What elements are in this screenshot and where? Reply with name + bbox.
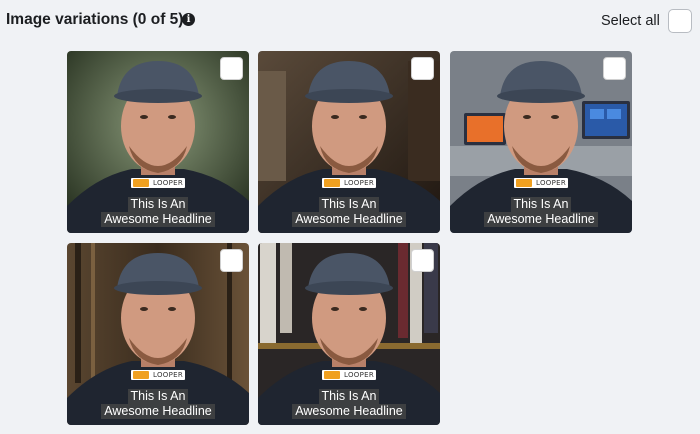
headline-line-2: Awesome Headline [484, 212, 598, 227]
card-checkbox[interactable] [220, 249, 243, 272]
image-variation-card-4[interactable]: LOOPER This Is An Awesome Headline [67, 243, 249, 425]
brand-logo: LOOPER [131, 178, 185, 188]
select-all-checkbox[interactable] [668, 9, 692, 33]
logo-text: LOOPER [344, 179, 374, 187]
card-checkbox[interactable] [411, 249, 434, 272]
headline-line-2: Awesome Headline [101, 212, 215, 227]
image-variation-card-1[interactable]: LOOPER This Is An Awesome Headline [67, 51, 249, 233]
card-checkbox[interactable] [603, 57, 626, 80]
logo-text: LOOPER [153, 179, 183, 187]
headline-line-2: Awesome Headline [101, 404, 215, 419]
logo-mark-icon [516, 179, 532, 187]
brand-logo: LOOPER [322, 178, 376, 188]
logo-mark-icon [133, 371, 149, 379]
logo-mark-icon [324, 371, 340, 379]
headline-line-2: Awesome Headline [292, 404, 406, 419]
logo-mark-icon [324, 179, 340, 187]
brand-logo: LOOPER [514, 178, 568, 188]
brand-logo: LOOPER [322, 370, 376, 380]
card-checkbox[interactable] [220, 57, 243, 80]
headline-line-2: Awesome Headline [292, 212, 406, 227]
info-icon[interactable]: i [182, 13, 195, 26]
logo-text: LOOPER [536, 179, 566, 187]
logo-text: LOOPER [344, 371, 374, 379]
logo-text: LOOPER [153, 371, 183, 379]
image-variation-card-2[interactable]: LOOPER This Is An Awesome Headline [258, 51, 440, 233]
card-checkbox[interactable] [411, 57, 434, 80]
image-variation-card-3[interactable]: LOOPER This Is An Awesome Headline [450, 51, 632, 233]
page-title: Image variations (0 of 5) [6, 11, 184, 28]
header: Image variations (0 of 5) i Select all [0, 0, 700, 44]
brand-logo: LOOPER [131, 370, 185, 380]
select-all-label[interactable]: Select all [601, 13, 660, 29]
logo-mark-icon [133, 179, 149, 187]
image-variation-card-5[interactable]: LOOPER This Is An Awesome Headline [258, 243, 440, 425]
